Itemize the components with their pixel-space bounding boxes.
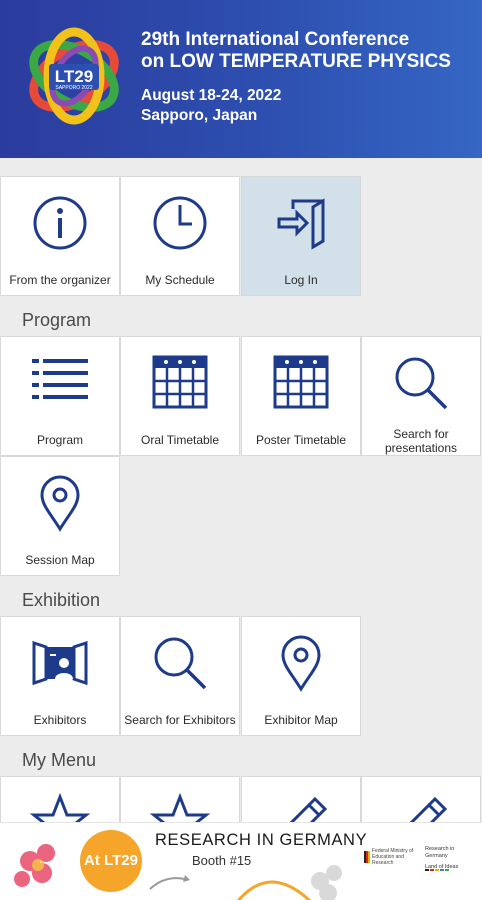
- login-icon: [277, 198, 325, 250]
- tile-my-schedule[interactable]: My Schedule: [120, 176, 240, 296]
- tile-label: Poster Timetable: [255, 433, 347, 447]
- right-line-3: Land of Ideas: [425, 864, 459, 870]
- logo-text: LT29: [55, 67, 93, 86]
- lt29-logo-icon: LT29 SAPPORO 2022: [29, 27, 119, 125]
- info-icon: [33, 196, 87, 250]
- tile-label: From the organizer: [9, 273, 111, 287]
- calendar-icon: [273, 355, 329, 409]
- tile-poster-timetable[interactable]: Poster Timetable: [241, 336, 361, 456]
- right-line-2: Germany: [425, 853, 448, 859]
- tile-label: Exhibitor Map: [264, 713, 338, 727]
- tile-exhibitors[interactable]: Exhibitors: [0, 616, 120, 736]
- tile-program[interactable]: Program: [0, 336, 120, 456]
- logo-subtext: SAPPORO 2022: [55, 85, 92, 91]
- banner-right-text: Research in Germany Land of Ideas: [425, 846, 458, 871]
- tile-label: Oral Timetable: [140, 433, 220, 447]
- search-icon: [395, 357, 448, 410]
- tile-label-line-1: Search for: [393, 427, 449, 441]
- tile-exhibitor-map[interactable]: Exhibitor Map: [241, 616, 361, 736]
- conference-header: LT29 SAPPORO 2022 29th International Con…: [0, 0, 482, 158]
- section-title-exhibition: Exhibition: [22, 590, 101, 610]
- map-pin-icon: [40, 475, 80, 532]
- tile-label: My Schedule: [145, 273, 215, 287]
- conference-title: 29th International Conference on LOW TEM…: [141, 29, 476, 73]
- tile-label: Search for Exhibitors: [124, 713, 236, 727]
- banner-title: RESEARCH IN GERMANY: [155, 831, 368, 849]
- tile-label-line-2: presentations: [384, 441, 458, 455]
- section-title-my-menu: My Menu: [22, 750, 97, 770]
- tile-label: Program: [36, 433, 83, 447]
- list-icon: [32, 359, 88, 399]
- conference-dates: August 18-24, 2022: [141, 87, 282, 104]
- tile-search-exhibitors[interactable]: Search for Exhibitors: [120, 616, 240, 736]
- tile-label: Session Map: [25, 553, 95, 567]
- tile-log-in[interactable]: Log In: [241, 176, 361, 296]
- tile-from-organizer[interactable]: From the organizer: [0, 176, 120, 296]
- right-line-1: Research in: [425, 846, 455, 852]
- map-pin-icon: [281, 635, 321, 692]
- search-icon: [154, 637, 207, 690]
- clock-icon: [153, 196, 207, 250]
- tile-search-presentations[interactable]: Search for presentations: [361, 336, 481, 456]
- conference-location: Sapporo, Japan: [141, 107, 258, 124]
- tile-label: Log In: [284, 273, 318, 287]
- ministry-text: Federal Ministry of Education and Resear…: [372, 848, 414, 866]
- conference-info: August 18-24, 2022 Sapporo, Japan: [141, 86, 281, 126]
- banner-badge: At LT29: [80, 830, 142, 892]
- banner-booth: Booth #15: [192, 853, 252, 868]
- section-title-program: Program: [22, 310, 92, 330]
- title-line-2: on LOW TEMPERATURE PHYSICS: [141, 51, 451, 72]
- tile-label: Search for presentations: [364, 427, 478, 455]
- exhibitor-icon: [32, 640, 88, 686]
- tile-label: Exhibitors: [33, 713, 87, 727]
- title-line-1: 29th International Conference: [141, 29, 410, 50]
- tile-session-map[interactable]: Session Map: [0, 456, 120, 576]
- tile-oral-timetable[interactable]: Oral Timetable: [120, 336, 240, 456]
- calendar-icon: [152, 355, 208, 409]
